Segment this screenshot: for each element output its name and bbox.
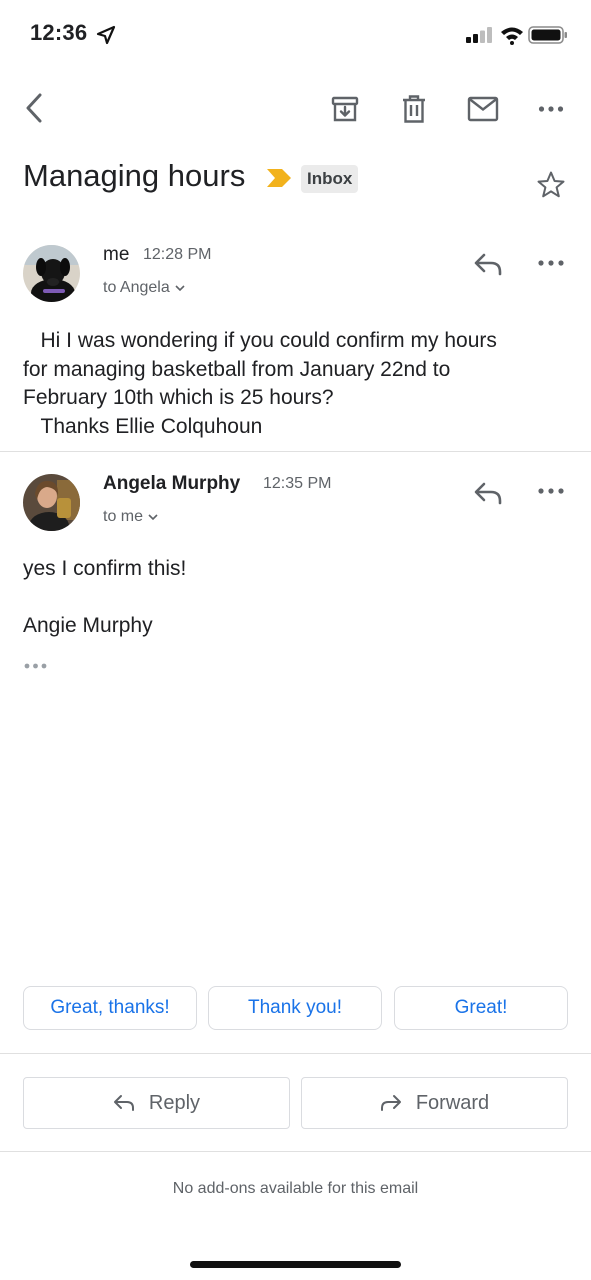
more-options-button[interactable] <box>532 90 570 128</box>
reply-icon <box>113 1095 134 1111</box>
reply-button[interactable] <box>472 250 504 283</box>
status-time: 12:36 <box>30 20 88 45</box>
mark-unread-mail-icon <box>467 96 499 122</box>
cellular-signal-icon <box>466 27 492 43</box>
reply-label: Reply <box>148 1091 201 1114</box>
recipient-details[interactable]: to me <box>103 508 159 526</box>
message-body-line: yes I confirm this! <box>23 557 187 580</box>
message-more-button[interactable] <box>534 477 568 510</box>
section-divider <box>0 1151 591 1152</box>
chevron-down-icon <box>175 285 185 292</box>
person-avatar-photo <box>23 474 80 531</box>
avatar[interactable] <box>23 245 80 302</box>
smart-reply-chip[interactable]: Great! <box>394 986 568 1030</box>
star-icon[interactable] <box>536 170 566 200</box>
reply-icon <box>474 482 502 505</box>
battery-icon <box>528 26 567 44</box>
archive-icon <box>331 96 359 122</box>
importance-marker-icon[interactable] <box>265 167 293 189</box>
show-trimmed-content-button[interactable] <box>23 659 49 677</box>
sender-name[interactable]: me <box>103 244 129 266</box>
forward-action-button[interactable]: Forward <box>301 1077 568 1129</box>
reply-action-button[interactable]: Reply <box>23 1077 290 1129</box>
back-button[interactable] <box>16 88 52 128</box>
label-badge[interactable]: Inbox <box>301 165 359 193</box>
recipient-label: to me <box>103 508 144 525</box>
dog-avatar-photo <box>23 245 80 302</box>
chevron-down-icon <box>148 514 158 521</box>
sender-name[interactable]: Angela Murphy <box>103 473 240 495</box>
forward-icon <box>380 1095 401 1111</box>
more-horizontal-icon <box>538 488 564 494</box>
recipient-details[interactable]: to Angela <box>103 279 186 297</box>
archive-button[interactable] <box>326 90 364 128</box>
reply-icon <box>474 253 502 276</box>
message-divider <box>0 451 591 452</box>
more-horizontal-icon <box>538 260 564 266</box>
forward-label: Forward <box>415 1091 490 1114</box>
avatar[interactable] <box>23 474 80 531</box>
section-divider <box>0 1053 591 1054</box>
ellipsis-icon <box>24 663 47 669</box>
recipient-label: to Angela <box>103 279 170 296</box>
mark-unread-button[interactable] <box>464 90 502 128</box>
message-signature: Angie Murphy <box>23 614 153 637</box>
message-time: 12:35 PM <box>263 475 332 492</box>
back-chevron-icon <box>26 93 42 123</box>
addons-note: No add-ons available for this email <box>172 1180 419 1197</box>
delete-button[interactable] <box>396 90 432 128</box>
more-horizontal-icon <box>538 106 564 112</box>
reply-button[interactable] <box>472 479 504 512</box>
message-more-button[interactable] <box>534 249 568 282</box>
location-arrow-icon <box>96 25 116 45</box>
home-indicator[interactable] <box>190 1261 401 1268</box>
message-body: Hi I was wondering if you could confirm … <box>23 329 497 438</box>
smart-reply-chip[interactable]: Great, thanks! <box>23 986 197 1030</box>
message-time: 12:28 PM <box>143 246 212 263</box>
smart-reply-chip[interactable]: Thank you! <box>208 986 382 1030</box>
thread-subject: Managing hours <box>23 158 246 193</box>
trash-icon <box>403 95 425 123</box>
wifi-icon <box>501 27 523 45</box>
